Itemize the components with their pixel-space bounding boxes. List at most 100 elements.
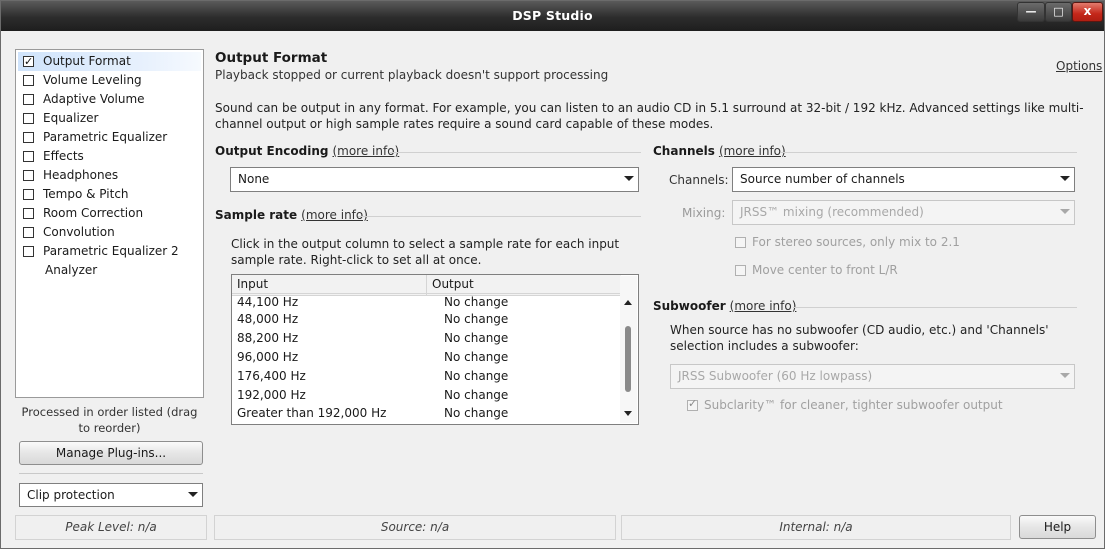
move-center-box[interactable] [735,265,746,276]
volume-leveling-checkbox[interactable] [23,75,34,86]
output-encoding-more-info-link[interactable]: (more info) [332,144,399,158]
table-row[interactable]: 192,000 Hz No change [232,386,621,405]
channels-more-info-link[interactable]: (more info) [719,144,786,158]
effects-checkbox[interactable] [23,151,34,162]
headphones-checkbox[interactable] [23,170,34,181]
subwoofer-more-info-link[interactable]: (more info) [730,299,797,313]
sidebar-item-label: Tempo & Pitch [43,187,129,201]
chevron-down-icon [620,170,636,189]
sidebar-item-parametric-equalizer[interactable]: Parametric Equalizer [18,128,201,147]
table-row[interactable]: 96,000 Hz No change [232,348,621,367]
output-encoding-select[interactable]: None [230,167,639,192]
parametric-equalizer-2-checkbox[interactable] [23,246,34,257]
move-center-checkbox[interactable]: Move center to front L/R [735,263,995,279]
order-note: Processed in order listed (drag to reord… [21,405,198,435]
input-rate-cell: Greater than 192,000 Hz [237,406,387,420]
sidebar-item-parametric-equalizer-2[interactable]: Parametric Equalizer 2 [18,242,201,261]
equalizer-checkbox[interactable] [23,113,34,124]
output-rate-cell[interactable]: No change [444,386,508,405]
mixing-label: Mixing: [682,206,726,220]
move-center-label: Move center to front L/R [752,263,898,277]
scroll-up-icon[interactable] [624,300,632,305]
close-button[interactable]: x [1072,2,1103,22]
input-rate-cell: 96,000 Hz [237,350,299,364]
output-rate-cell[interactable]: No change [444,404,508,423]
input-rate-cell: 88,200 Hz [237,331,299,345]
sidebar-item-headphones[interactable]: Headphones [18,166,201,185]
output-format-checkbox[interactable] [23,52,34,71]
output-rate-cell[interactable]: No change [444,367,508,386]
table-row[interactable]: Greater than 192,000 Hz No change [232,404,621,423]
output-rate-cell[interactable]: No change [444,329,508,348]
close-icon: x [1083,4,1092,18]
convolution-checkbox[interactable] [23,227,34,238]
parametric-equalizer-checkbox[interactable] [23,132,34,143]
table-row[interactable]: 176,400 Hz No change [232,367,621,386]
maximize-button[interactable]: □ [1045,2,1072,22]
sidebar-item-label: Output Format [43,54,131,68]
subclarity-box[interactable] [687,397,698,411]
section-divider [389,152,641,153]
section-divider [358,216,641,217]
channels-section-label: Channels [653,144,715,158]
adaptive-volume-checkbox[interactable] [23,94,34,105]
sidebar-item-output-format[interactable]: Output Format [18,52,201,71]
table-scrollbar[interactable] [620,276,637,423]
scroll-down-icon[interactable] [624,411,632,416]
output-rate-cell[interactable]: No change [444,348,508,367]
column-header-output[interactable]: Output [427,275,621,293]
mixing-select[interactable]: JRSS™ mixing (recommended) [732,200,1075,225]
manage-plugins-button[interactable]: Manage Plug-ins... [19,441,203,465]
output-encoding-heading: Output Encoding (more info) [215,144,399,158]
sidebar-item-label: Room Correction [43,206,144,220]
options-link[interactable]: Options [1056,59,1102,73]
minimize-button[interactable]: — [1017,2,1045,22]
sidebar-item-label: Volume Leveling [43,73,142,87]
sample-rate-table[interactable]: Input Output 44,100 Hz No change 48,000 … [231,274,639,425]
internal-status: Internal: n/a [621,515,1011,540]
table-row[interactable]: 88,200 Hz No change [232,329,621,348]
sidebar-item-label: Headphones [43,168,119,182]
subwoofer-description: When source has no subwoofer (CD audio, … [670,323,1049,353]
sidebar-item-tempo-pitch[interactable]: Tempo & Pitch [18,185,201,204]
channels-heading: Channels (more info) [653,144,786,158]
sidebar-item-adaptive-volume[interactable]: Adaptive Volume [18,90,201,109]
section-divider [793,307,1077,308]
sample-rate-more-info-link[interactable]: (more info) [301,208,368,222]
column-header-input[interactable]: Input [232,275,427,293]
stereo-mix-box[interactable] [735,237,746,248]
sidebar-item-convolution[interactable]: Convolution [18,223,201,242]
sidebar-item-label: Parametric Equalizer 2 [43,244,179,258]
table-header-overlay: Input Output [232,275,621,294]
subclarity-checkbox[interactable]: Subclarity™ for cleaner, tighter subwoof… [687,397,1007,414]
table-row[interactable]: 48,000 Hz No change [232,310,621,329]
output-rate-cell[interactable]: No change [444,310,508,329]
clip-protection-select[interactable]: Clip protection [19,483,203,507]
sidebar-item-label: Adaptive Volume [43,92,145,106]
room-correction-checkbox[interactable] [23,208,34,219]
sample-rate-label: Sample rate [215,208,298,222]
stereo-mix-checkbox[interactable]: For stereo sources, only mix to 2.1 [735,235,995,251]
maximize-icon: □ [1053,5,1064,18]
sidebar-item-effects[interactable]: Effects [18,147,201,166]
title-bar[interactable]: DSP Studio — □ x [1,1,1104,31]
sidebar-item-label: Parametric Equalizer [43,130,168,144]
sidebar-item-equalizer[interactable]: Equalizer [18,109,201,128]
tempo-pitch-checkbox[interactable] [23,189,34,200]
sidebar-item-label: Effects [43,149,84,163]
scrollbar-thumb[interactable] [625,326,631,392]
output-encoding-value: None [238,172,270,186]
peak-level-status: Peak Level: n/a [15,515,207,540]
stereo-mix-label: For stereo sources, only mix to 2.1 [752,235,960,249]
channels-select[interactable]: Source number of channels [732,167,1075,192]
help-button[interactable]: Help [1019,515,1096,539]
sample-rate-description: Click in the output column to select a s… [231,237,620,267]
mixing-value: JRSS™ mixing (recommended) [740,205,924,219]
sidebar-item-analyzer[interactable]: Analyzer [18,261,201,280]
left-divider [19,473,203,474]
clip-protection-value: Clip protection [27,488,115,502]
sidebar-item-room-correction[interactable]: Room Correction [18,204,201,223]
subwoofer-select[interactable]: JRSS Subwoofer (60 Hz lowpass) [670,364,1075,389]
sidebar-item-volume-leveling[interactable]: Volume Leveling [18,71,201,90]
plugin-list[interactable]: Output Format Volume Leveling Adaptive V… [15,49,204,398]
